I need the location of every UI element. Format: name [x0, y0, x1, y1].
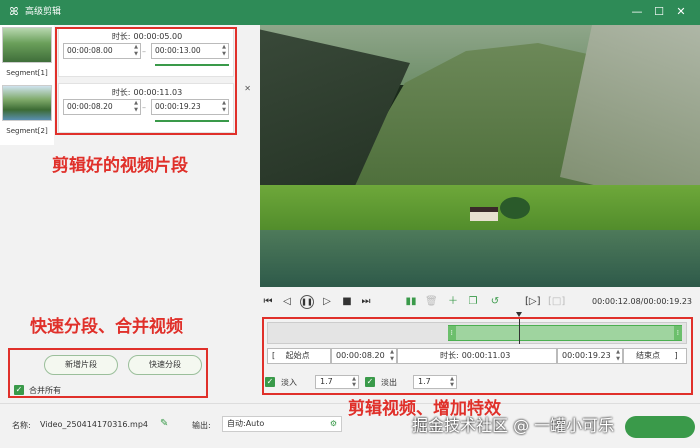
output-path-field[interactable]: 自动:Auto ⚙ [222, 416, 342, 432]
delete-icon[interactable]: 🗑 [425, 296, 438, 308]
window-title: 高级剪辑 [25, 7, 62, 17]
pause-button[interactable]: ❚❚ [300, 295, 314, 309]
add-icon[interactable]: ＋ [447, 296, 459, 308]
segment-label: Segment[1] [6, 69, 48, 77]
segment-thumbnail[interactable] [2, 27, 52, 63]
step-forward-icon[interactable]: ▷ [321, 296, 333, 308]
output-label: 输出: [192, 421, 211, 430]
minimize-button[interactable]: — [630, 5, 644, 19]
maximize-button[interactable]: ☐ [652, 5, 666, 19]
skip-start-icon[interactable]: ⏮ [262, 296, 274, 308]
left-panel: Segment[1] Segment[2] 时长: 00:00:05.00 00:… [0, 25, 255, 403]
app-logo-icon: ꕤ [9, 5, 19, 18]
add-segment-button[interactable]: 新增片段 [44, 355, 118, 375]
segment-label: Segment[2] [6, 127, 48, 135]
step-back-icon[interactable]: ◁ [281, 296, 293, 308]
quick-split-button[interactable]: 快速分段 [128, 355, 202, 375]
edit-controls: ⏮ ◁ ❚❚ ▷ ■ ⏭ ▮▮ 🗑 ＋ ❐ ↺ [▷] [□] 00:00:12… [255, 287, 700, 403]
merge-all-checkbox[interactable]: ✓ [14, 385, 24, 395]
skip-end-icon[interactable]: ⏭ [360, 296, 372, 308]
undo-icon[interactable]: ↺ [489, 296, 501, 308]
split-icon[interactable]: ▮▮ [405, 296, 417, 308]
lake [260, 230, 700, 287]
close-window-button[interactable]: ✕ [674, 5, 688, 19]
annotation-box-segments [55, 27, 237, 135]
tree-clump [500, 197, 530, 219]
segment-thumbnail-column: Segment[1] Segment[2] [0, 25, 54, 145]
filename: Video_250414170316.mp4 [40, 420, 148, 429]
annotation-box-edit [262, 317, 693, 395]
merge-all-label: 合并所有 [29, 386, 61, 395]
copy-icon[interactable]: ❐ [467, 296, 479, 308]
watermark: 掘金技术社区 @ 一罐小可乐 [412, 416, 615, 435]
edit-name-icon[interactable]: ✎ [160, 418, 168, 429]
stop-icon[interactable]: ■ [341, 296, 353, 308]
annotation-segments: 剪辑好的视频片段 [52, 156, 188, 176]
annotation-split: 快速分段、合并视频 [30, 317, 183, 337]
export-button[interactable] [625, 416, 695, 438]
mark-out-icon[interactable]: [□] [548, 296, 565, 308]
settings-gear-icon[interactable]: ⚙ [330, 417, 337, 431]
segment-thumbnail[interactable] [2, 85, 52, 121]
title-bar: ꕤ 高级剪辑 — ☐ ✕ [0, 0, 700, 25]
mark-in-icon[interactable]: [▷] [525, 296, 541, 308]
time-readout: 00:00:12.08/00:00:19.23 [592, 297, 692, 306]
house [470, 207, 498, 221]
video-preview[interactable] [260, 25, 700, 287]
name-label: 名称: [12, 421, 31, 430]
status-bar: 名称: Video_250414170316.mp4 ✎ 输出: 自动:Auto… [0, 399, 700, 448]
remove-segment-icon[interactable]: ✕ [244, 84, 251, 93]
